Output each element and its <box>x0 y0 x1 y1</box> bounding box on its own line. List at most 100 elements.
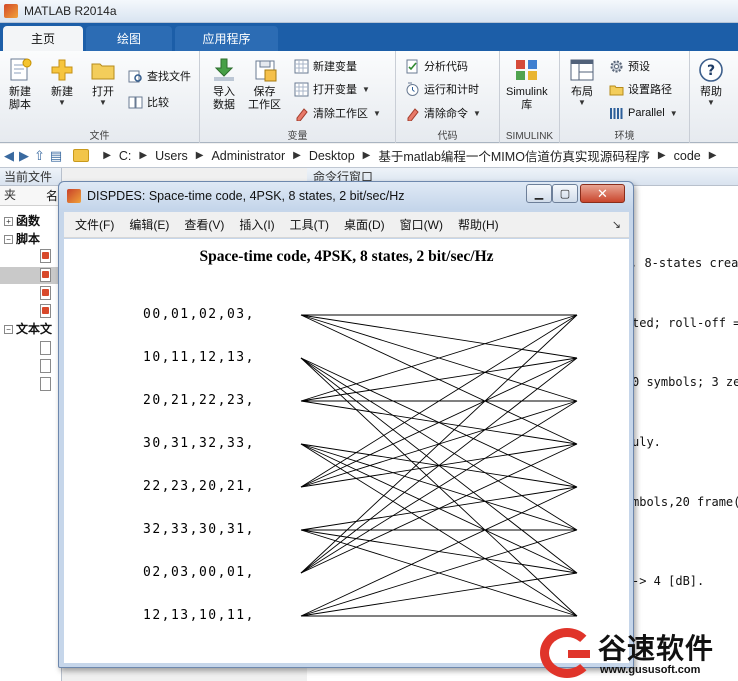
menu-desktop[interactable]: 桌面(D) <box>344 216 385 233</box>
clear-commands-dropdown-icon[interactable]: ▼ <box>473 109 481 118</box>
menu-file[interactable]: 文件(F) <box>75 216 114 233</box>
breadcrumb-item[interactable]: Administrator <box>211 149 285 163</box>
breadcrumb-separator[interactable]: ▶ <box>363 150 371 161</box>
open-variable-button[interactable]: 打开变量 ▼ <box>294 80 370 98</box>
menu-tools[interactable]: 工具(T) <box>290 216 329 233</box>
import-data-button[interactable]: 导入 数据 <box>211 57 237 112</box>
clear-workspace-dropdown-icon[interactable]: ▼ <box>373 109 381 118</box>
menu-insert[interactable]: 插入(I) <box>239 216 274 233</box>
menu-window[interactable]: 窗口(W) <box>400 216 443 233</box>
breadcrumb-separator[interactable]: ▶ <box>196 150 204 161</box>
m-file-icon[interactable] <box>40 286 51 300</box>
gear-icon <box>610 60 623 72</box>
command-output-line: ted; roll-off = <box>632 316 738 330</box>
group-label-simulink: SIMULINK <box>505 131 554 142</box>
command-output-line: -> 4 [dB]. <box>632 574 705 588</box>
app-title: MATLAB R2014a <box>24 4 117 18</box>
open-button[interactable]: 打开 ▼ <box>90 57 116 107</box>
breadcrumb-item[interactable]: code <box>674 149 701 163</box>
help-dropdown-icon[interactable]: ▼ <box>707 99 715 107</box>
find-files-button[interactable]: 查找文件 <box>128 67 191 85</box>
menu-edit[interactable]: 编辑(E) <box>129 216 169 233</box>
layout-dropdown-icon[interactable]: ▼ <box>578 99 586 107</box>
new-variable-label: 新建变量 <box>313 61 357 73</box>
figure-window[interactable]: DISPDES: Space-time code, 4PSK, 8 states… <box>58 181 634 668</box>
clear-commands-icon <box>407 107 419 121</box>
open-variable-icon <box>294 82 309 96</box>
breadcrumb-item[interactable]: C: <box>119 149 132 163</box>
svg-text:?: ? <box>707 63 715 79</box>
parallel-dropdown-icon[interactable]: ▼ <box>670 109 678 118</box>
run-and-time-button[interactable]: 运行和计时 <box>405 80 479 98</box>
compare-icon <box>128 96 143 108</box>
clear-commands-button[interactable]: 清除命令 ▼ <box>405 104 481 122</box>
analyze-code-button[interactable]: 分析代码 <box>405 57 468 75</box>
minimize-button[interactable]: ▁ <box>526 184 552 203</box>
layout-button[interactable]: 布局 ▼ <box>569 57 595 107</box>
up-folder-icon[interactable]: ⇧ <box>34 148 45 164</box>
breadcrumb-item[interactable]: Desktop <box>309 149 355 163</box>
new-button[interactable]: 新建 ▼ <box>49 57 75 107</box>
maximize-button[interactable]: ▢ <box>552 184 578 203</box>
save-workspace-label: 保存 工作区 <box>248 86 281 111</box>
selected-file-row[interactable] <box>0 267 61 284</box>
command-output-line: , 8-states crea <box>630 256 738 270</box>
close-button[interactable]: ✕ <box>580 184 625 203</box>
dock-arrow-icon[interactable]: ↘ <box>612 218 621 231</box>
ribbon-group-help: ? 帮助 ▼ <box>690 51 738 143</box>
set-path-button[interactable]: 设置路径 <box>609 80 672 98</box>
compare-button[interactable]: 比较 <box>128 93 169 111</box>
m-file-icon[interactable] <box>40 304 51 318</box>
find-files-icon <box>128 70 142 82</box>
forward-arrow-icon[interactable]: ▶ <box>19 148 29 164</box>
save-workspace-icon <box>255 60 276 82</box>
text-file-icon[interactable] <box>40 377 51 391</box>
parallel-button[interactable]: Parallel ▼ <box>609 104 678 122</box>
new-dropdown-icon[interactable]: ▼ <box>58 99 66 107</box>
tree-group-text-files[interactable]: − 文本文 <box>0 321 62 338</box>
open-variable-dropdown-icon[interactable]: ▼ <box>362 85 370 94</box>
tree-group-functions[interactable]: + 函数 <box>0 213 62 230</box>
new-script-button[interactable]: 新建 脚本 <box>7 57 33 112</box>
breadcrumb-item[interactable]: Users <box>155 149 188 163</box>
run-and-time-icon <box>406 82 419 96</box>
tab-plots[interactable]: 绘图 <box>86 26 172 51</box>
tab-apps[interactable]: 应用程序 <box>175 26 278 51</box>
trellis-branch <box>300 486 578 617</box>
help-button[interactable]: ? 帮助 ▼ <box>698 57 724 107</box>
tree-group-scripts[interactable]: − 脚本 <box>0 231 62 248</box>
breadcrumb-item[interactable]: 基于matlab编程一个MIMO信道仿真实现源码程序 <box>378 146 650 165</box>
breadcrumb-separator[interactable]: ▶ <box>103 150 111 161</box>
breadcrumb-separator[interactable]: ▶ <box>709 150 717 161</box>
text-file-icon[interactable] <box>40 341 51 355</box>
collapse-icon[interactable]: − <box>4 235 13 245</box>
new-script-icon <box>10 58 32 81</box>
save-workspace-button[interactable]: 保存 工作区 <box>248 57 281 112</box>
breadcrumb-separator[interactable]: ▶ <box>293 150 301 161</box>
breadcrumb-separator[interactable]: ▶ <box>139 150 147 161</box>
collapse-icon[interactable]: − <box>4 325 13 335</box>
simulink-library-button[interactable]: Simulink 库 <box>506 57 548 112</box>
group-label-variable: 变量 <box>287 131 308 142</box>
tab-home[interactable]: 主页 <box>3 26 83 51</box>
expand-icon[interactable]: + <box>4 217 13 227</box>
browse-folder-icon[interactable]: ▤ <box>50 148 62 164</box>
m-file-icon[interactable] <box>40 249 51 263</box>
breadcrumb-separator[interactable]: ▶ <box>658 150 666 161</box>
clear-workspace-button[interactable]: 清除工作区 ▼ <box>294 104 381 122</box>
back-arrow-icon[interactable]: ◀ <box>4 148 14 164</box>
text-file-icon[interactable] <box>40 359 51 373</box>
new-variable-button[interactable]: 新建变量 <box>294 57 357 75</box>
open-dropdown-icon[interactable]: ▼ <box>99 99 107 107</box>
folder-icon <box>73 149 90 162</box>
menu-help[interactable]: 帮助(H) <box>458 216 499 233</box>
preferences-button[interactable]: 预设 <box>609 57 650 75</box>
menu-view[interactable]: 查看(V) <box>184 216 224 233</box>
trellis-branch <box>300 314 578 574</box>
close-icon: ✕ <box>597 185 608 201</box>
tree-group-label: 函数 <box>16 214 41 228</box>
m-file-icon[interactable] <box>40 268 51 282</box>
command-output-line: uly. <box>632 435 661 449</box>
ribbon-group-environment: 布局 ▼ 预设 设置路径 Parallel ▼ 环境 <box>560 51 690 143</box>
ribbon-tab-bar: 主页 绘图 应用程序 <box>0 23 738 51</box>
